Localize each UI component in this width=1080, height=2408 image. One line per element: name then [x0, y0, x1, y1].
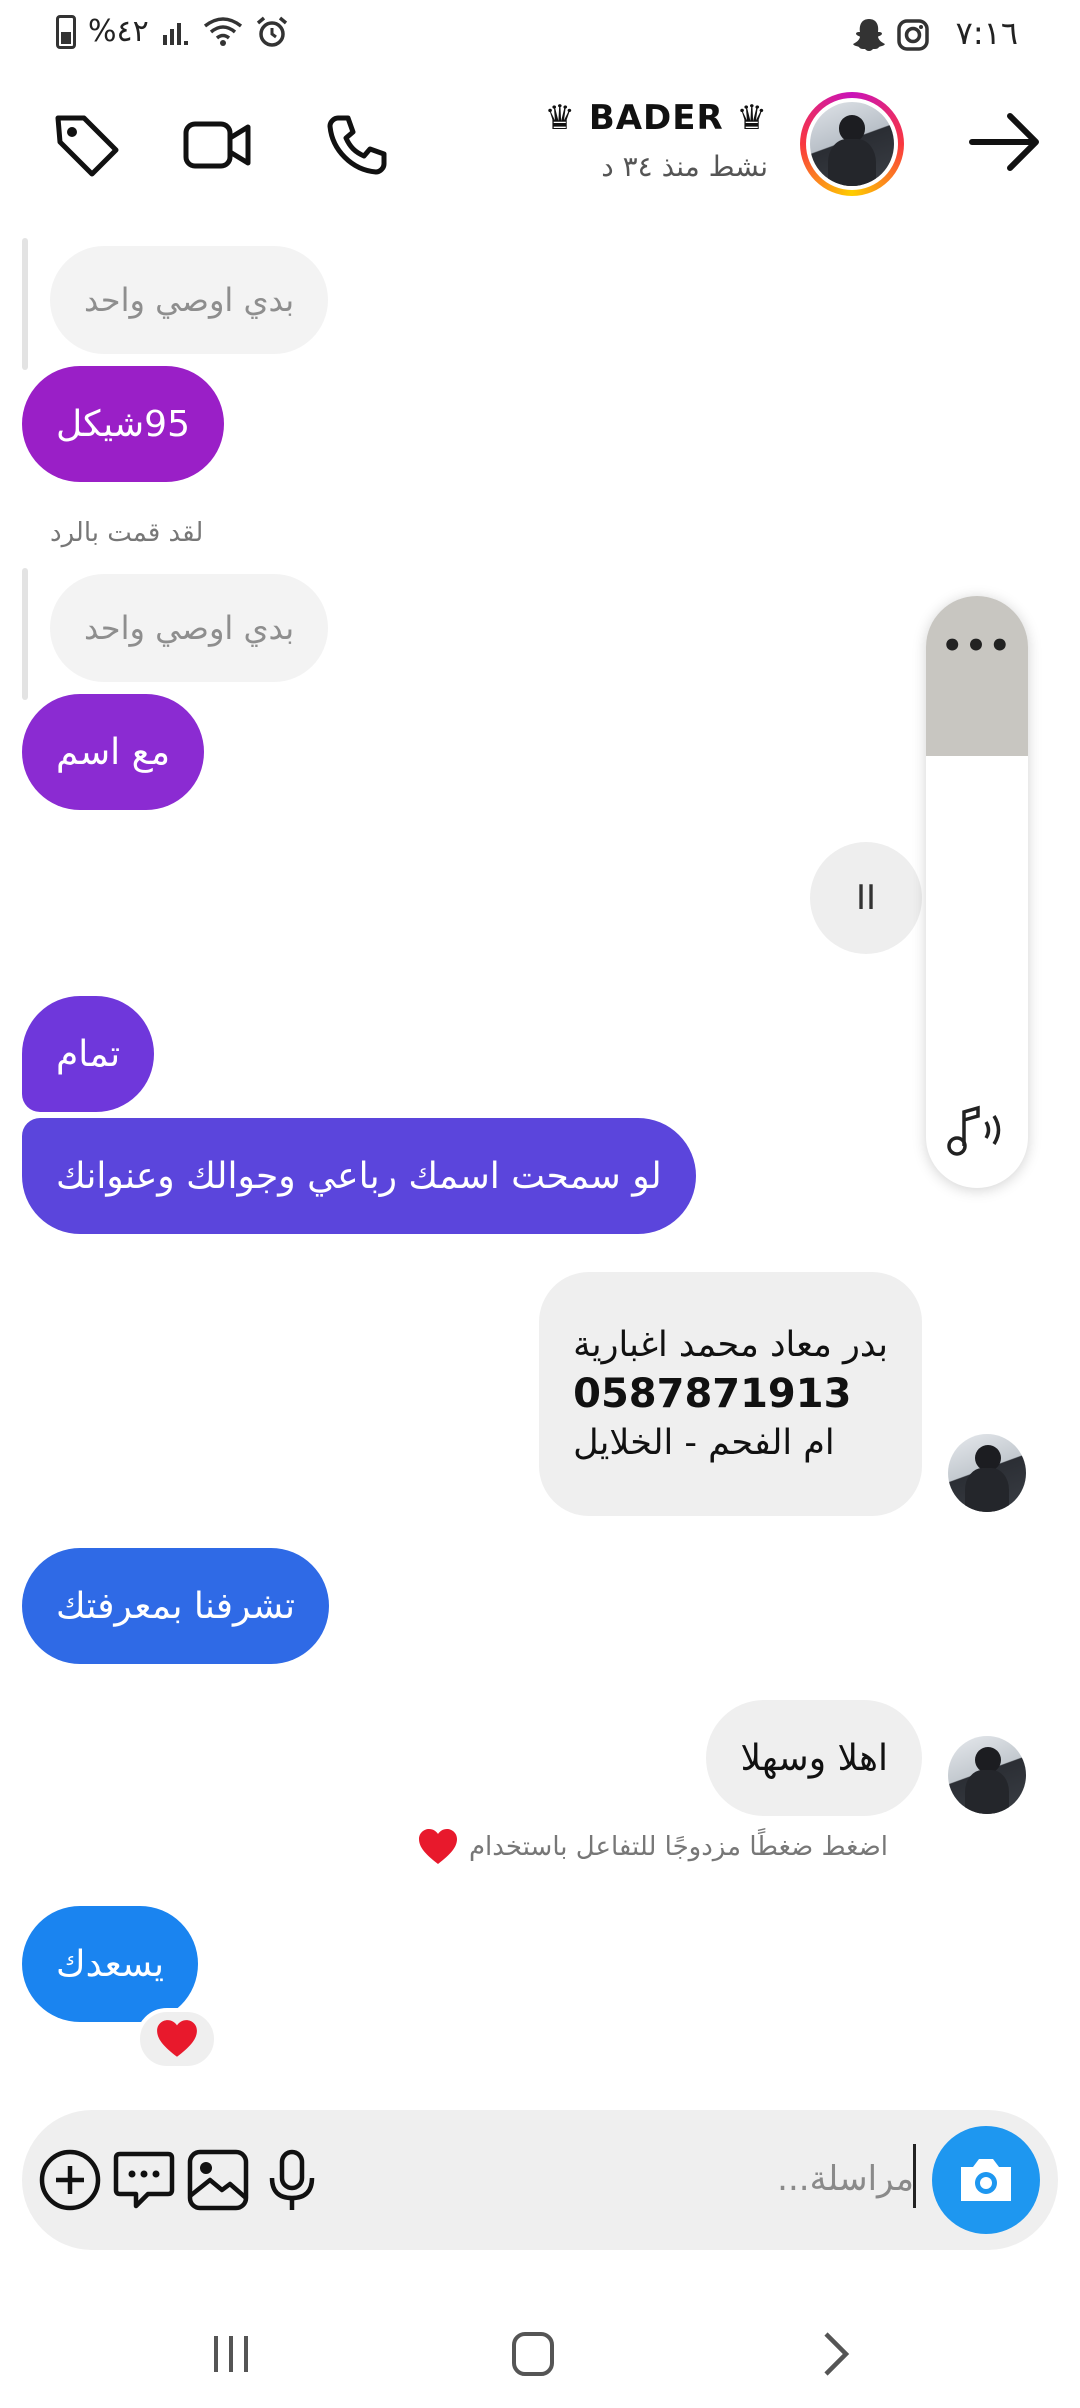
message-line: 0587871913 [573, 1371, 852, 1417]
reply-bar [22, 238, 28, 370]
sender-avatar[interactable] [948, 1434, 1026, 1512]
sticker-icon[interactable] [108, 2144, 180, 2216]
outgoing-message[interactable]: 95شيكل [22, 366, 224, 482]
incoming-message[interactable]: بدر معاد محمد اغبارية 0587871913 ام الفح… [539, 1272, 922, 1516]
system-nav-bar [0, 2300, 1080, 2408]
volume-panel[interactable]: ••• [926, 596, 1028, 1188]
message-reaction[interactable] [136, 2008, 218, 2070]
alarm-icon [256, 16, 287, 47]
heart-icon [418, 1829, 457, 1864]
volume-level-fill[interactable] [926, 596, 1028, 756]
contact-avatar[interactable] [800, 92, 904, 196]
quoted-message[interactable]: بدي اوصي واحد [50, 246, 329, 354]
media-volume-icon[interactable] [944, 1102, 1010, 1158]
active-status: نشط منذ ٣٤ د [601, 150, 768, 183]
battery-level: %٤٢ [88, 14, 149, 49]
microphone-icon[interactable] [256, 2144, 328, 2216]
message-input[interactable] [614, 2144, 914, 2214]
instagram-icon [897, 19, 929, 51]
chat-header: ♛ BADER ♛ نشط منذ ٣٤ د [0, 70, 1080, 220]
outgoing-message[interactable]: تمام [22, 996, 155, 1112]
reply-bar [22, 568, 28, 700]
outgoing-message[interactable]: لو سمحت اسمك رباعي وجوالك وعنوانك [22, 1118, 696, 1234]
contact-name[interactable]: ♛ BADER ♛ [545, 98, 769, 138]
reply-label: لقد قمت بالرد [50, 518, 204, 548]
quoted-message[interactable]: بدي اوصي واحد [50, 574, 329, 682]
snapchat-icon [853, 19, 885, 51]
wifi-icon [203, 16, 242, 46]
message-list[interactable]: بدي اوصي واحد 95شيكل لقد قمت بالرد بدي ا… [0, 220, 1080, 2100]
text-caret [913, 2144, 916, 2208]
status-left-group: %٤٢ [56, 14, 289, 49]
camera-button[interactable] [932, 2126, 1040, 2234]
sender-avatar[interactable] [948, 1736, 1026, 1814]
gallery-icon[interactable] [182, 2144, 254, 2216]
outgoing-message[interactable]: يسعدك [22, 1906, 199, 2022]
message-composer [22, 2110, 1058, 2250]
recent-apps-button[interactable] [196, 2324, 266, 2384]
incoming-message[interactable]: اهلا وسهلا [706, 1700, 922, 1816]
volume-more-button[interactable]: ••• [926, 626, 1028, 666]
battery-icon [56, 14, 76, 49]
reaction-hint: اضغط ضغطًا مزدوجًا للتفاعل باستخدام [417, 1828, 888, 1866]
message-line: ام الفحم - الخلايل [573, 1423, 835, 1463]
message-line: بدر معاد محمد اغبارية [573, 1325, 888, 1365]
phone-icon[interactable] [322, 110, 392, 180]
back-button[interactable] [800, 2324, 870, 2384]
home-button[interactable] [498, 2324, 568, 2384]
status-time: ٧:١٦ [955, 14, 1018, 52]
heart-icon [157, 2020, 197, 2057]
outgoing-message[interactable]: مع اسم [22, 694, 205, 810]
signal-icon [162, 22, 188, 45]
status-bar: %٤٢ ٧:١٦ [0, 0, 1080, 70]
camera-icon [961, 2159, 1011, 2201]
pause-button[interactable]: II [810, 842, 922, 954]
back-arrow-icon[interactable] [968, 112, 1042, 172]
video-icon[interactable] [182, 110, 252, 180]
outgoing-message[interactable]: تشرفنا بمعرفتك [22, 1548, 329, 1664]
tag-icon[interactable] [52, 110, 122, 180]
add-icon[interactable] [34, 2144, 106, 2216]
